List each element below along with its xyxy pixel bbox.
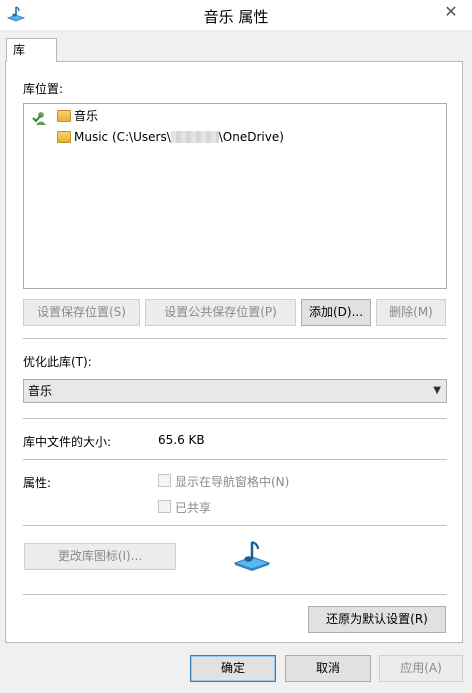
divider (23, 459, 447, 460)
redacted-username (170, 130, 219, 143)
music-library-icon (233, 540, 271, 571)
divider (23, 525, 447, 526)
library-locations-list[interactable]: 音乐 Music (C:\Users\ \OneDrive) (23, 103, 447, 289)
close-button[interactable]: ✕ (436, 1, 466, 23)
list-item[interactable]: 音乐 (57, 107, 98, 125)
optimize-library-value: 音乐 (28, 384, 53, 398)
cancel-button[interactable]: 取消 (285, 655, 371, 682)
optimize-library-select[interactable]: 音乐 ▼ (23, 379, 447, 403)
list-item[interactable]: Music (C:\Users\ \OneDrive) (57, 128, 284, 146)
show-in-nav-checkbox[interactable] (158, 474, 171, 487)
title-bar: 音乐 属性 ✕ (0, 0, 472, 30)
chevron-down-icon: ▼ (433, 385, 441, 396)
show-in-nav-label: 显示在导航窗格中(N) (175, 475, 290, 489)
location-name: 音乐 (74, 109, 99, 123)
checkmark-people-icon (32, 112, 46, 125)
shared-checkbox[interactable] (158, 500, 171, 513)
library-size-value: 65.6 KB (158, 433, 205, 447)
divider (23, 594, 447, 595)
library-locations-label: 库位置: (23, 82, 64, 96)
tab-library[interactable]: 库 (6, 38, 57, 62)
remove-location-button[interactable]: 删除(M) (376, 299, 446, 326)
change-library-icon-button[interactable]: 更改库图标(I)... (24, 543, 176, 570)
window-title: 音乐 属性 (203, 8, 269, 26)
add-location-button[interactable]: 添加(D)... (301, 299, 371, 326)
set-public-save-location-button[interactable]: 设置公共保存位置(P) (145, 299, 296, 326)
divider (23, 418, 447, 419)
location-path-prefix: Music (C:\Users\ (74, 130, 171, 144)
apply-button[interactable]: 应用(A) (379, 655, 463, 682)
ok-button[interactable]: 确定 (190, 655, 276, 682)
folder-icon (57, 130, 71, 143)
attributes-label: 属性: (23, 476, 52, 490)
folder-icon (57, 109, 71, 122)
optimize-library-label: 优化此库(T): (23, 355, 92, 369)
restore-defaults-button[interactable]: 还原为默认设置(R) (308, 606, 446, 633)
location-path-suffix: \OneDrive) (218, 130, 284, 144)
library-size-label: 库中文件的大小: (23, 435, 112, 449)
divider (23, 338, 447, 339)
shared-label: 已共享 (175, 501, 212, 515)
set-save-location-button[interactable]: 设置保存位置(S) (23, 299, 140, 326)
